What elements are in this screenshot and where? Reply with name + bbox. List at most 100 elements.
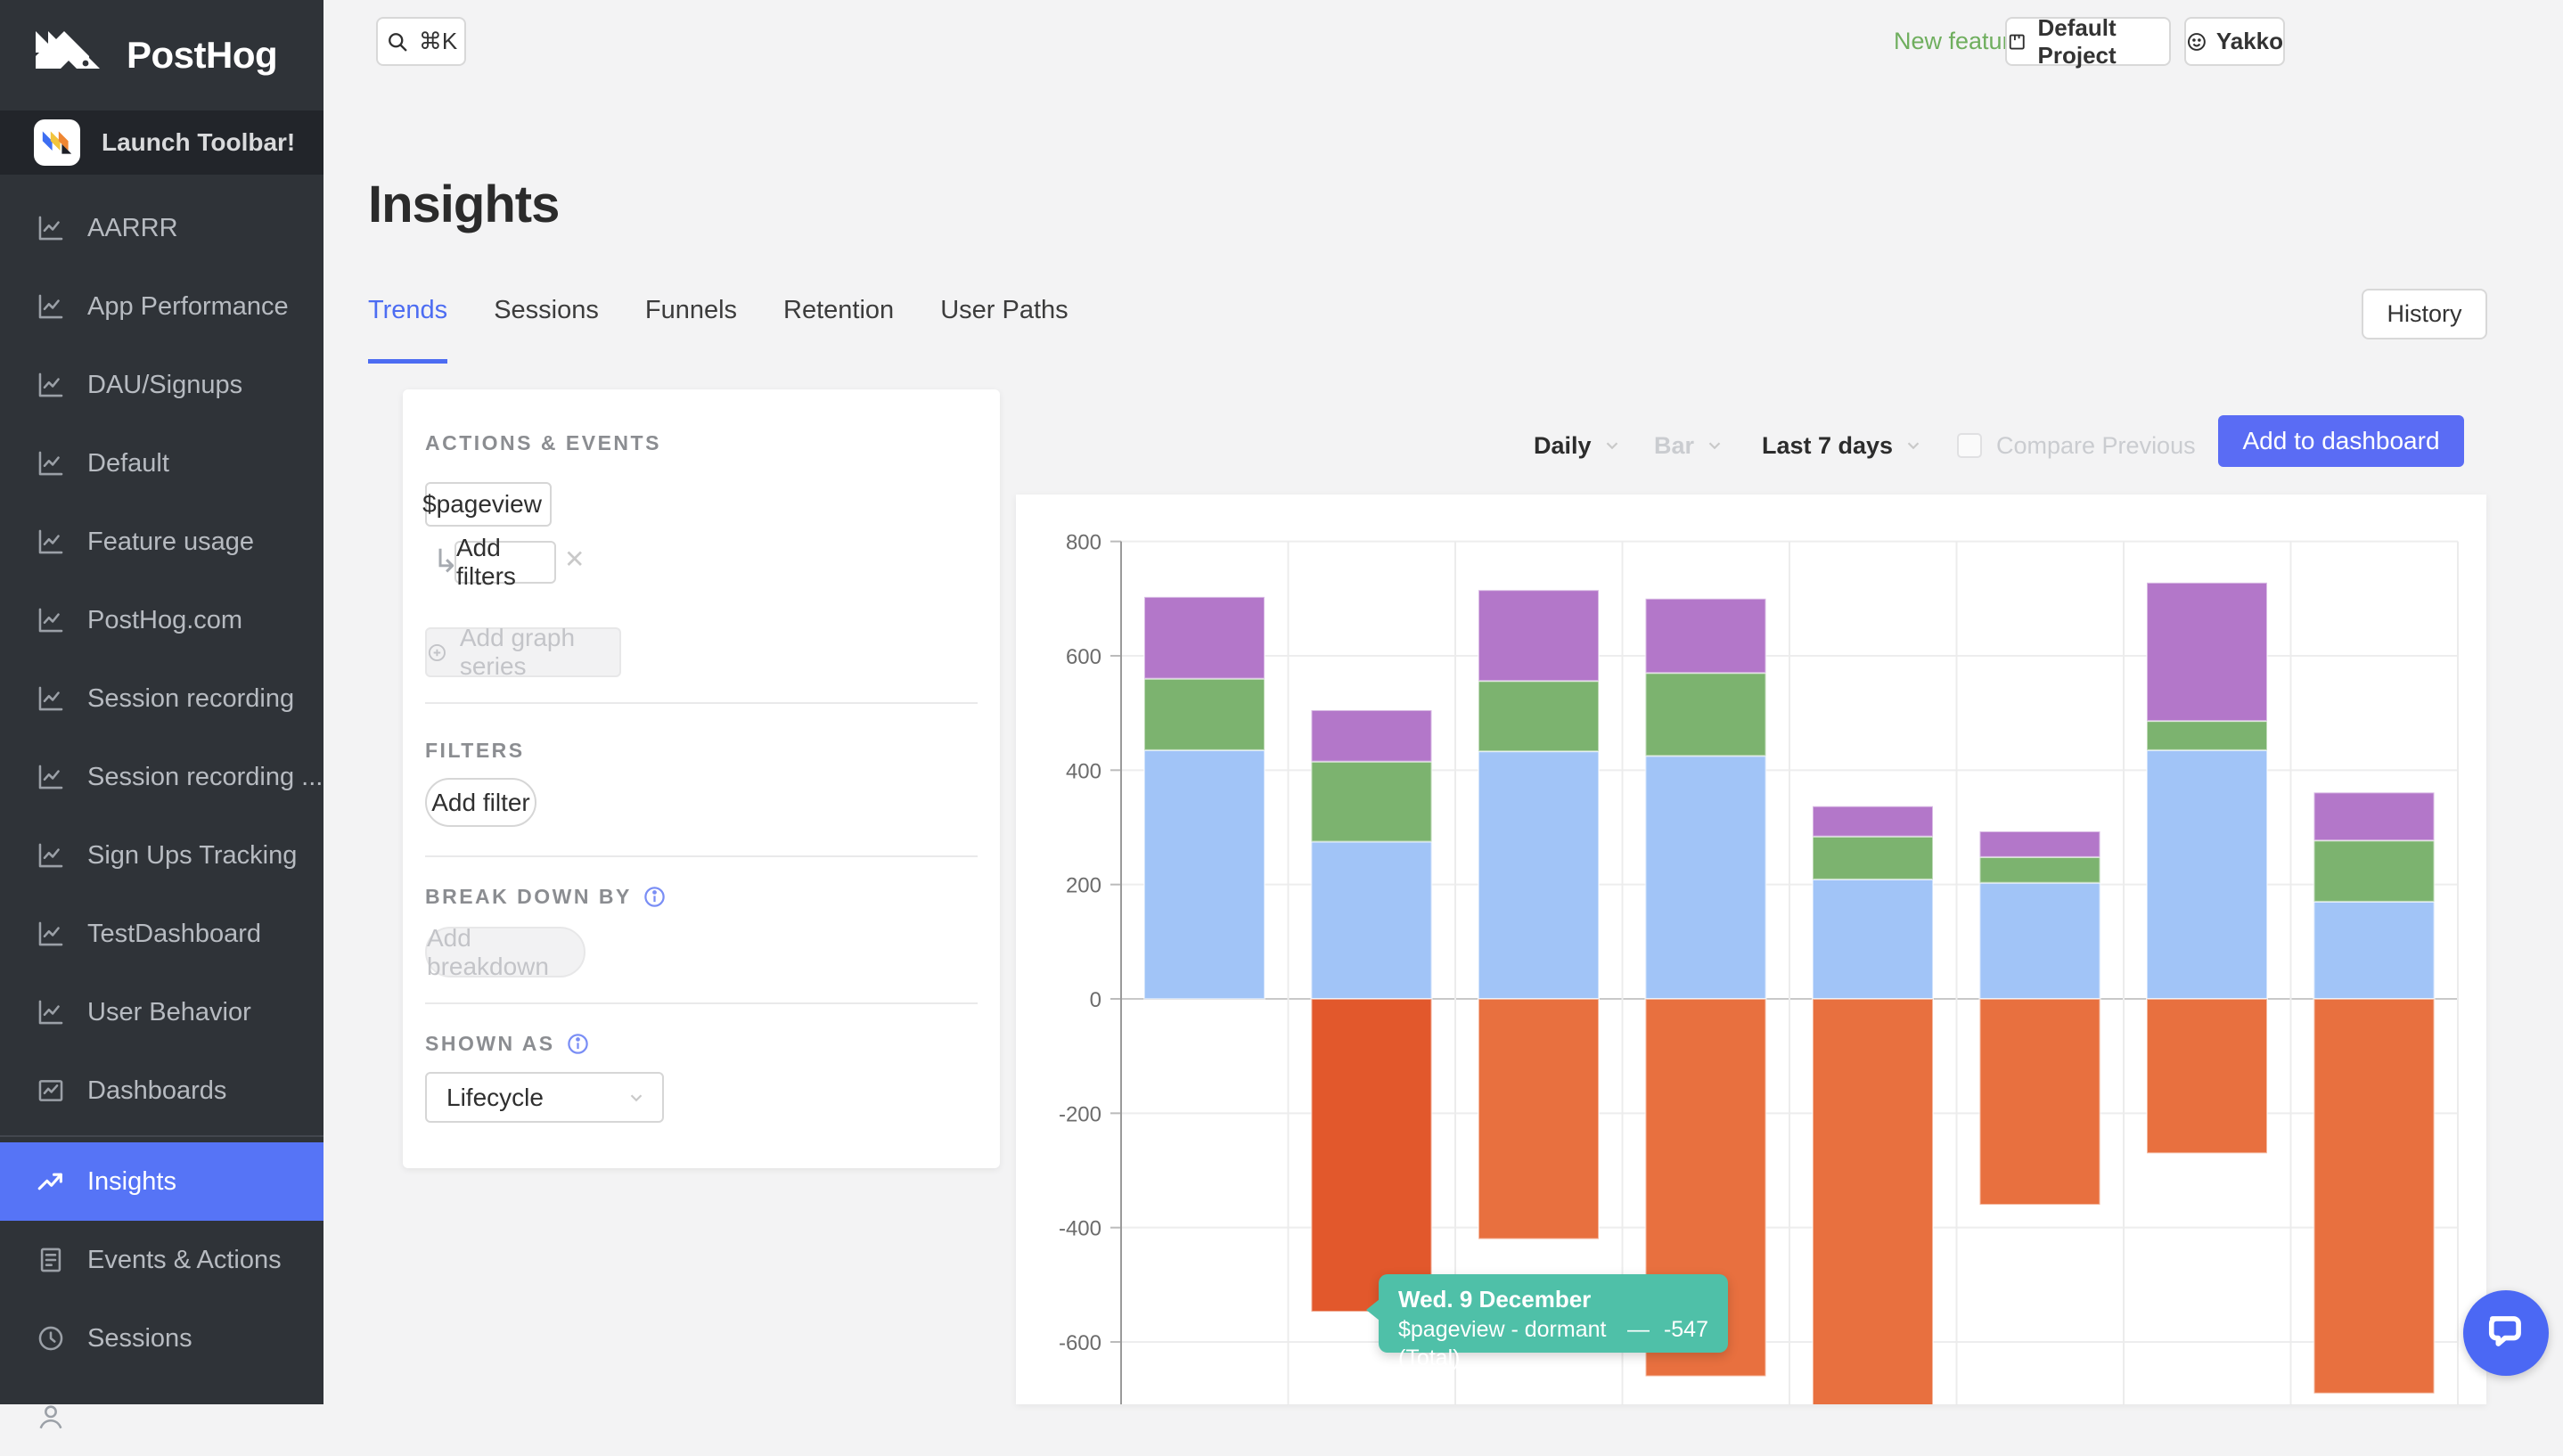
interval-select[interactable]: Daily bbox=[1534, 428, 1622, 463]
line-chart-icon bbox=[36, 762, 66, 792]
bar-segment[interactable] bbox=[1646, 599, 1766, 673]
tooltip-separator: — bbox=[1627, 1315, 1650, 1373]
sidebar-item-aarrr[interactable]: AARRR bbox=[0, 189, 323, 267]
bar-segment[interactable] bbox=[2314, 902, 2435, 999]
bar-segment[interactable] bbox=[1478, 681, 1599, 751]
y-axis-label: 800 bbox=[1066, 531, 1101, 555]
sidebar-item-label: Feature usage bbox=[87, 528, 254, 557]
y-axis-label: 0 bbox=[1090, 988, 1101, 1012]
actions-events-header: ACTIONS & EVENTS bbox=[425, 431, 661, 455]
sidebar-item-dashboards[interactable]: Dashboards bbox=[0, 1051, 323, 1130]
line-chart-icon bbox=[36, 683, 66, 714]
bar-segment[interactable] bbox=[1312, 999, 1432, 1312]
bar-segment[interactable] bbox=[1980, 857, 2100, 883]
search-button[interactable]: ⌘K bbox=[376, 17, 466, 66]
user-smiley-icon bbox=[2186, 29, 2207, 54]
tooltip-value: -547 bbox=[1664, 1315, 1708, 1373]
trend-icon bbox=[36, 1166, 66, 1197]
tab-funnels[interactable]: Funnels bbox=[645, 296, 737, 364]
bar-segment[interactable] bbox=[2314, 792, 2435, 840]
chat-launcher-button[interactable] bbox=[2463, 1290, 2549, 1376]
sidebar-item-insights[interactable]: Insights bbox=[0, 1142, 323, 1221]
tab-sessions[interactable]: Sessions bbox=[494, 296, 599, 364]
clock-icon bbox=[36, 1323, 66, 1354]
bar-segment[interactable] bbox=[2147, 583, 2267, 721]
add-graph-series-button[interactable]: Add graph series bbox=[425, 627, 621, 677]
sidebar-item-sign-ups-tracking[interactable]: Sign Ups Tracking bbox=[0, 816, 323, 895]
bar-segment[interactable] bbox=[1813, 806, 1933, 837]
sidebar-item-session-recording[interactable]: Session recording bbox=[0, 659, 323, 738]
bar-segment[interactable] bbox=[1312, 842, 1432, 999]
add-to-dashboard-button[interactable]: Add to dashboard bbox=[2218, 415, 2464, 467]
user-menu-button[interactable]: Yakko bbox=[2184, 17, 2285, 66]
bar-segment[interactable] bbox=[1813, 999, 1933, 1404]
bar-segment[interactable] bbox=[1478, 999, 1599, 1239]
bar-segment[interactable] bbox=[1646, 673, 1766, 756]
sidebar-item-partial[interactable] bbox=[0, 1378, 323, 1456]
bar-segment[interactable] bbox=[1646, 756, 1766, 999]
bar-segment[interactable] bbox=[1144, 597, 1265, 679]
bar-segment[interactable] bbox=[1813, 837, 1933, 879]
sidebar-item-dau-signups[interactable]: DAU/Signups bbox=[0, 346, 323, 424]
event-select-value: $pageview bbox=[422, 490, 542, 519]
bar-segment[interactable] bbox=[2147, 999, 2267, 1153]
date-range-select[interactable]: Last 7 days bbox=[1762, 428, 1923, 463]
chart-type-select[interactable]: Bar bbox=[1654, 428, 1724, 463]
tab-trends[interactable]: Trends bbox=[368, 296, 447, 364]
add-filter-button[interactable]: Add filter bbox=[425, 778, 536, 827]
bar-segment[interactable] bbox=[1813, 879, 1933, 999]
tooltip-date: Wed. 9 December bbox=[1398, 1285, 1708, 1315]
divider bbox=[425, 855, 978, 857]
posthog-logo[interactable]: PostHog bbox=[0, 0, 323, 110]
sidebar-item-user-behavior[interactable]: User Behavior bbox=[0, 973, 323, 1051]
bar-segment[interactable] bbox=[1478, 751, 1599, 999]
launch-toolbar-button[interactable]: Launch Toolbar! bbox=[0, 110, 323, 175]
sidebar-item-default[interactable]: Default bbox=[0, 424, 323, 503]
search-shortcut: ⌘K bbox=[419, 28, 457, 55]
bar-segment[interactable] bbox=[1144, 750, 1265, 999]
line-chart-icon bbox=[36, 448, 66, 479]
bar-segment[interactable] bbox=[1312, 710, 1432, 762]
bar-segment[interactable] bbox=[1478, 590, 1599, 681]
bar-segment[interactable] bbox=[1144, 679, 1265, 750]
toolbar-logo-icon bbox=[34, 119, 80, 166]
bar-segment[interactable] bbox=[1980, 999, 2100, 1205]
bar-segment[interactable] bbox=[2147, 750, 2267, 999]
lifecycle-chart[interactable]: 8006004002000-200-400-600 bbox=[1016, 495, 2486, 1404]
tab-retention[interactable]: Retention bbox=[783, 296, 894, 364]
sidebar-item-label: Insights bbox=[87, 1167, 176, 1197]
info-icon[interactable] bbox=[643, 885, 667, 909]
add-filters-button[interactable]: Add filters bbox=[454, 541, 556, 584]
add-breakdown-button[interactable]: Add breakdown bbox=[425, 927, 585, 977]
sidebar-item-testdashboard[interactable]: TestDashboard bbox=[0, 895, 323, 973]
bar-segment[interactable] bbox=[2314, 999, 2435, 1394]
sidebar-item-sessions[interactable]: Sessions bbox=[0, 1299, 323, 1378]
bar-segment[interactable] bbox=[2147, 721, 2267, 750]
project-icon bbox=[2007, 29, 2027, 54]
compare-previous-checkbox[interactable] bbox=[1957, 433, 1982, 458]
sidebar-divider bbox=[0, 1135, 323, 1137]
bar-segment[interactable] bbox=[2314, 840, 2435, 902]
bar-segment[interactable] bbox=[1312, 762, 1432, 842]
compare-previous-label: Compare Previous bbox=[1996, 428, 2196, 463]
shown-as-select[interactable]: Lifecycle bbox=[425, 1072, 664, 1123]
tab-user-paths[interactable]: User Paths bbox=[940, 296, 1068, 364]
history-button[interactable]: History bbox=[2362, 289, 2487, 339]
project-selector-button[interactable]: Default Project bbox=[2005, 17, 2171, 66]
line-chart-icon bbox=[36, 840, 66, 871]
remove-series-icon[interactable]: ✕ bbox=[564, 544, 585, 574]
sidebar-item-session-recording[interactable]: Session recording ... bbox=[0, 738, 323, 816]
event-select[interactable]: $pageview bbox=[425, 482, 552, 527]
info-icon[interactable] bbox=[566, 1032, 590, 1056]
sidebar-item-posthog-com[interactable]: PostHog.com bbox=[0, 581, 323, 659]
bar-segment[interactable] bbox=[1980, 831, 2100, 857]
sidebar-item-events-actions[interactable]: Events & Actions bbox=[0, 1221, 323, 1299]
sidebar-item-feature-usage[interactable]: Feature usage bbox=[0, 503, 323, 581]
sidebar-item-label: App Performance bbox=[87, 292, 289, 322]
divider bbox=[425, 1002, 978, 1004]
y-axis-label: -600 bbox=[1059, 1331, 1101, 1355]
sidebar-item-label: Dashboards bbox=[87, 1076, 226, 1106]
sidebar-item-app-performance[interactable]: App Performance bbox=[0, 267, 323, 346]
lifecycle-chart-card: 8006004002000-200-400-600 bbox=[1016, 495, 2486, 1404]
bar-segment[interactable] bbox=[1980, 883, 2100, 999]
